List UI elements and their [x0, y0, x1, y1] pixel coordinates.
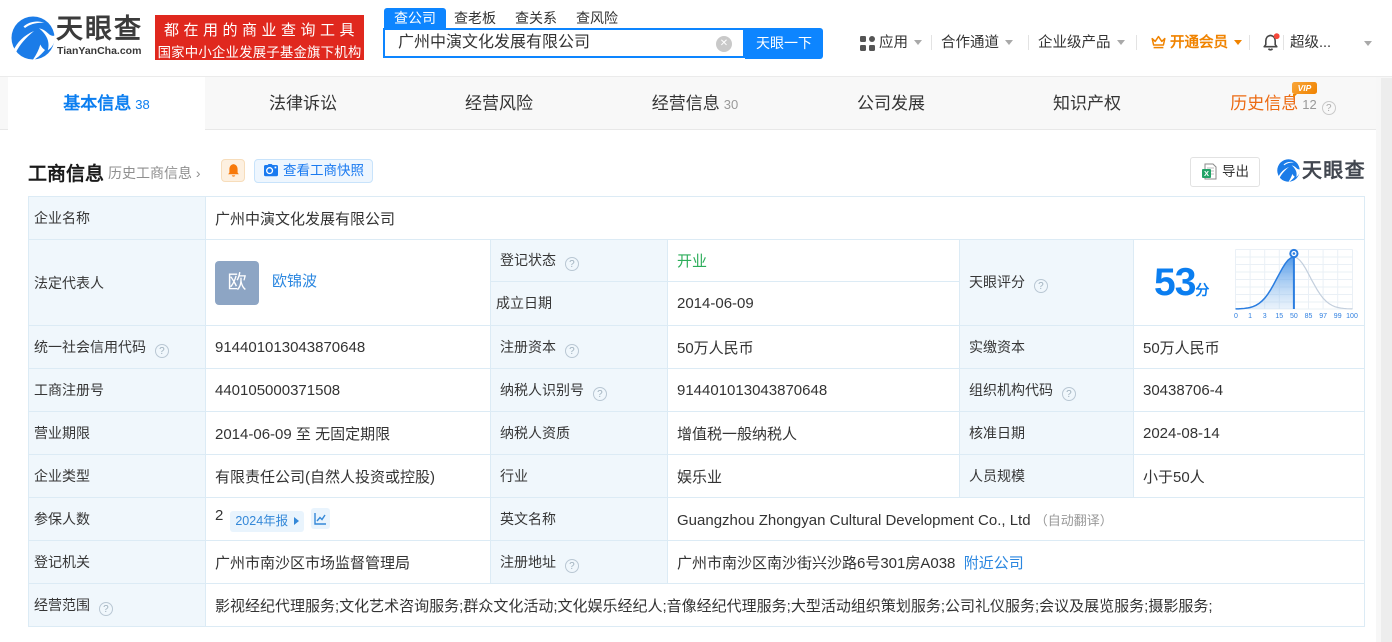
svg-text:0: 0	[1234, 313, 1238, 320]
svg-text:X: X	[1204, 169, 1209, 178]
svg-text:1: 1	[1248, 313, 1252, 320]
svg-text:85: 85	[1305, 313, 1313, 320]
svg-text:99: 99	[1334, 313, 1342, 320]
svg-text:50: 50	[1290, 313, 1298, 320]
svg-text:3: 3	[1263, 313, 1267, 320]
svg-text:100: 100	[1346, 313, 1358, 320]
svg-text:97: 97	[1319, 313, 1327, 320]
svg-text:15: 15	[1275, 313, 1283, 320]
